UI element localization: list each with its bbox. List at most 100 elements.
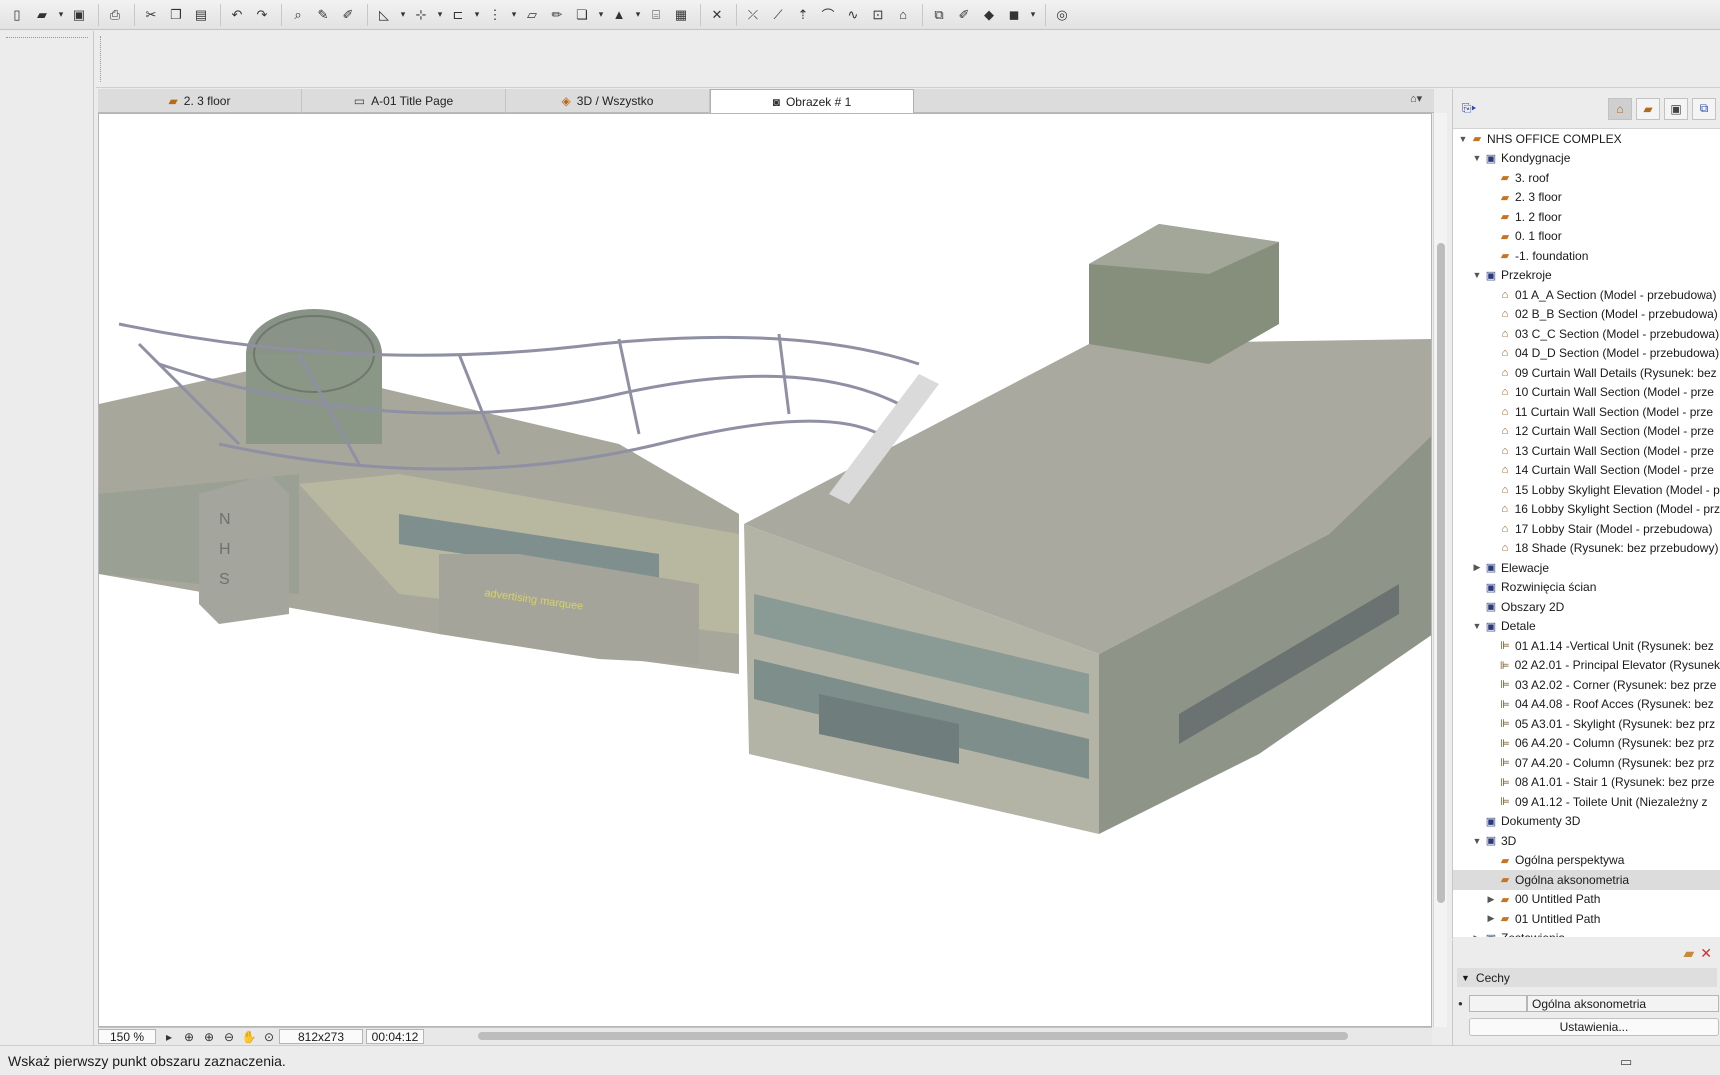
- tree-row[interactable]: ▼ ▣ Przekroje: [1453, 266, 1720, 286]
- tree-row[interactable]: ⌂ 18 Shade (Rysunek: bez przebudowy): [1453, 539, 1720, 559]
- undo-icon[interactable]: ↶: [226, 4, 248, 26]
- globe-icon[interactable]: ◎: [1051, 4, 1073, 26]
- split-icon[interactable]: ⟋: [767, 4, 789, 26]
- disclosure-open-icon[interactable]: ▼: [1457, 134, 1469, 144]
- tree-row[interactable]: ▶ ▰ 00 Untitled Path: [1453, 890, 1720, 910]
- shade-icon[interactable]: ◆: [978, 4, 1000, 26]
- print-icon[interactable]: ⎙: [104, 4, 126, 26]
- tree-row[interactable]: ⌂ 10 Curtain Wall Section (Model - prze: [1453, 383, 1720, 403]
- trim-icon[interactable]: ⤫: [742, 4, 764, 26]
- tree-row[interactable]: ⌂ 09 Curtain Wall Details (Rysunek: bez: [1453, 363, 1720, 383]
- dropdown-arrow-icon[interactable]: ▾: [472, 4, 482, 26]
- tab-a01-title-page[interactable]: ▭ A-01 Title Page: [302, 89, 506, 113]
- tree-row[interactable]: ⌂ 01 A_A Section (Model - przebudowa): [1453, 285, 1720, 305]
- dropdown-arrow-icon[interactable]: ▾: [596, 4, 606, 26]
- pan-hand-icon[interactable]: ✋: [239, 1030, 259, 1044]
- disclosure-closed-icon[interactable]: ▶: [1485, 894, 1497, 905]
- dropdown-arrow-icon[interactable]: ▾: [435, 4, 445, 26]
- disclosure-open-icon[interactable]: ▼: [1471, 270, 1483, 280]
- tree-row[interactable]: ▶ ▰ 01 Untitled Path: [1453, 909, 1720, 929]
- properties-header[interactable]: ▼ Cechy: [1457, 968, 1717, 987]
- tree-row[interactable]: ▼ ▣ 3D: [1453, 831, 1720, 851]
- stairs-icon[interactable]: ⌸: [645, 4, 667, 26]
- new-file-icon[interactable]: ▯: [6, 4, 28, 26]
- delete-icon[interactable]: ✕: [1700, 945, 1712, 962]
- new-folder-icon[interactable]: ▰: [1683, 945, 1694, 962]
- fillet-icon[interactable]: ⌒: [817, 4, 839, 26]
- tree-row[interactable]: ⌂ 04 D_D Section (Model - przebudowa): [1453, 344, 1720, 364]
- tree-row[interactable]: ▣ Rozwinięcia ścian: [1453, 578, 1720, 598]
- tree-row[interactable]: ⌂ 11 Curtain Wall Section (Model - prze: [1453, 402, 1720, 422]
- group-icon[interactable]: ⧉: [928, 4, 950, 26]
- tree-row[interactable]: ⌂ 16 Lobby Skylight Section (Model - prz: [1453, 500, 1720, 520]
- tree-row[interactable]: ▼ ▣ Detale: [1453, 617, 1720, 637]
- table-icon[interactable]: ▦: [670, 4, 692, 26]
- tree-row[interactable]: ⊫ 09 A1.12 - Toilete Unit (Niezależny z: [1453, 792, 1720, 812]
- view-name-input[interactable]: Ogólna aksonometria: [1527, 995, 1719, 1012]
- tab-menu-icon[interactable]: ⌂▾: [1410, 92, 1422, 105]
- tree-row[interactable]: ▰ 1. 2 floor: [1453, 207, 1720, 227]
- tree-row[interactable]: ⊫ 03 A2.02 - Corner (Rysunek: bez prze: [1453, 675, 1720, 695]
- tree-row[interactable]: ⌂ 12 Curtain Wall Section (Model - prze: [1453, 422, 1720, 442]
- zoom-menu-arrow-icon[interactable]: ▸: [159, 1030, 179, 1044]
- lamp-icon[interactable]: ▲: [608, 4, 630, 26]
- tree-row[interactable]: ▶ ▣ Elewacje: [1453, 558, 1720, 578]
- grid-icon[interactable]: ⋮: [484, 4, 506, 26]
- find-icon[interactable]: ⌕: [287, 4, 309, 26]
- zoom-box-icon[interactable]: ⊕: [179, 1030, 199, 1044]
- tree-row[interactable]: ▣ Dokumenty 3D: [1453, 812, 1720, 832]
- layout-book-icon[interactable]: ▣: [1664, 97, 1688, 120]
- tree-row[interactable]: ⌂ 13 Curtain Wall Section (Model - prze: [1453, 441, 1720, 461]
- syringe-icon[interactable]: ✐: [337, 4, 359, 26]
- settings-button[interactable]: Ustawienia...: [1469, 1018, 1719, 1036]
- zoom-field[interactable]: 150 %: [98, 1029, 156, 1044]
- dropdown-arrow-icon[interactable]: ▾: [1028, 4, 1038, 26]
- disclosure-closed-icon[interactable]: ▶: [1485, 913, 1497, 924]
- tree-row[interactable]: ⊫ 05 A3.01 - Skylight (Rysunek: bez prz: [1453, 714, 1720, 734]
- window-toggle-icon[interactable]: ▭: [1620, 1054, 1632, 1070]
- tree-row[interactable]: ⊫ 02 A2.01 - Principal Elevator (Rysunek: [1453, 656, 1720, 676]
- 3d-viewport[interactable]: N H S advertising marquee: [98, 113, 1432, 1027]
- tree-row[interactable]: ▰ Ogólna aksonometria: [1453, 870, 1720, 890]
- tab-obrazek-1[interactable]: ◙ Obrazek # 1: [710, 89, 914, 113]
- tree-row[interactable]: ⊫ 07 A4.20 - Column (Rysunek: bez prz: [1453, 753, 1720, 773]
- cut-icon[interactable]: ✂: [140, 4, 162, 26]
- tree-row[interactable]: ⊫ 08 A1.01 - Stair 1 (Rysunek: bez prze: [1453, 773, 1720, 793]
- navigator-action-icon[interactable]: ⎘▸: [1457, 98, 1481, 120]
- render-icon[interactable]: ◼: [1003, 4, 1025, 26]
- adjust-icon[interactable]: ⊡: [867, 4, 889, 26]
- eyedropper-icon[interactable]: ✎: [312, 4, 334, 26]
- tree-row[interactable]: ⌂ 02 B_B Section (Model - przebudowa): [1453, 305, 1720, 325]
- view-id-input[interactable]: [1469, 995, 1527, 1012]
- tab-3d-wszystko[interactable]: ◈ 3D / Wszystko: [506, 89, 710, 113]
- dropdown-arrow-icon[interactable]: ▾: [633, 4, 643, 26]
- house-icon[interactable]: ⌂: [892, 4, 914, 26]
- tree-row[interactable]: ⌂ 17 Lobby Stair (Model - przebudowa): [1453, 519, 1720, 539]
- layers-icon[interactable]: ❏: [571, 4, 593, 26]
- dropdown-arrow-icon[interactable]: ▾: [398, 4, 408, 26]
- tree-row[interactable]: ▶▣Zestawienia: [1453, 929, 1720, 937]
- paste-icon[interactable]: ▤: [190, 4, 212, 26]
- tree-row[interactable]: ▼ ▰ NHS OFFICE COMPLEX: [1453, 129, 1720, 149]
- disclosure-closed-icon[interactable]: ▶: [1471, 562, 1483, 573]
- palette-grip[interactable]: [6, 37, 88, 40]
- snap-icon[interactable]: ◺: [373, 4, 395, 26]
- tree-row[interactable]: ▰ 2. 3 floor: [1453, 188, 1720, 208]
- guide-icon[interactable]: ⊹: [410, 4, 432, 26]
- dropdown-arrow-icon[interactable]: ▾: [509, 4, 519, 26]
- tree-row[interactable]: ⌂ 03 C_C Section (Model - przebudowa): [1453, 324, 1720, 344]
- tree-row[interactable]: ▣ Obszary 2D: [1453, 597, 1720, 617]
- curve-icon[interactable]: ∿: [842, 4, 864, 26]
- pencil-icon[interactable]: ✏: [546, 4, 568, 26]
- plane-icon[interactable]: ▱: [521, 4, 543, 26]
- tree-row[interactable]: ⊫ 06 A4.20 - Column (Rysunek: bez prz: [1453, 734, 1720, 754]
- elevate-icon[interactable]: ⇡: [792, 4, 814, 26]
- zoom-out-icon[interactable]: ⊖: [219, 1030, 239, 1044]
- copy-icon[interactable]: ❐: [165, 4, 187, 26]
- redo-icon[interactable]: ↷: [251, 4, 273, 26]
- open-icon[interactable]: ▰: [31, 4, 53, 26]
- tree-row[interactable]: ▼ ▣ Kondygnacje: [1453, 149, 1720, 169]
- dropdown-arrow-icon[interactable]: ▾: [56, 4, 66, 26]
- horizontal-scroll-thumb[interactable]: [478, 1032, 1348, 1040]
- disclosure-closed-icon[interactable]: ▶: [1471, 933, 1483, 937]
